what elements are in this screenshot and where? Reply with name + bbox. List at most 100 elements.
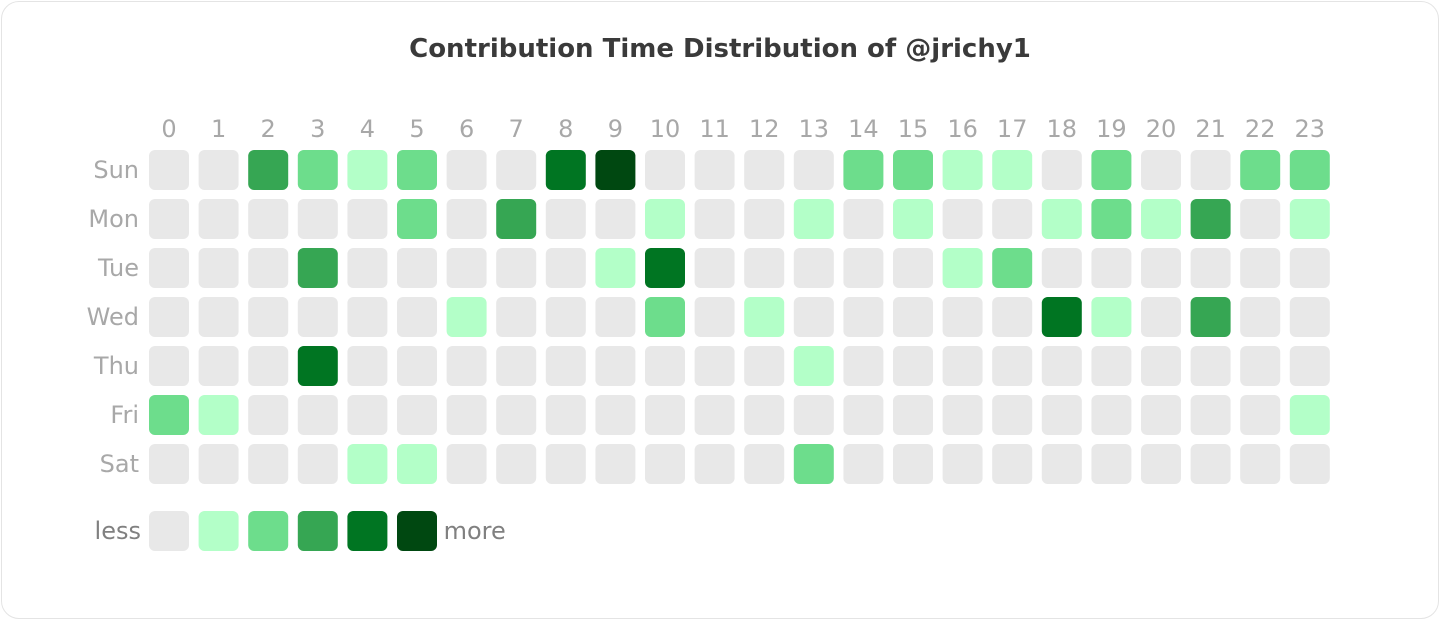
heatmap-cell xyxy=(595,150,636,190)
heatmap-cell xyxy=(1190,444,1231,484)
heatmap-cell xyxy=(1289,297,1330,337)
legend-swatch xyxy=(149,511,189,551)
heatmap-cell xyxy=(1041,150,1082,190)
heatmap-cell xyxy=(843,150,884,190)
heatmap-cell xyxy=(496,150,537,190)
heatmap-cell xyxy=(1091,346,1132,386)
heatmap-cell xyxy=(1289,444,1330,484)
heatmap-cell xyxy=(1190,248,1231,288)
legend-swatch xyxy=(297,511,338,551)
legend-swatch xyxy=(347,511,388,551)
y-tick-label: Thu xyxy=(93,352,139,380)
x-tick-label: 1 xyxy=(211,115,226,143)
heatmap-cell xyxy=(1289,248,1330,288)
legend-less-label: less xyxy=(95,517,141,545)
heatmap-cell xyxy=(744,248,785,288)
heatmap-cell xyxy=(744,444,785,484)
heatmap-cell xyxy=(496,199,537,239)
heatmap-cell xyxy=(992,346,1033,386)
y-tick-label: Wed xyxy=(87,303,139,331)
y-tick-label: Tue xyxy=(97,254,139,282)
heatmap-cell xyxy=(595,346,636,386)
heatmap-cell xyxy=(843,199,884,239)
heatmap-cell xyxy=(942,346,983,386)
y-tick-label: Fri xyxy=(110,401,139,429)
heatmap-cell xyxy=(942,248,983,288)
x-tick-label: 11 xyxy=(699,115,730,143)
heatmap-cell xyxy=(893,346,933,386)
heatmap-cell xyxy=(347,297,388,337)
heatmap-cell xyxy=(694,150,735,190)
heatmap-cell xyxy=(397,346,437,386)
heatmap-cell xyxy=(446,248,487,288)
heatmap-cell xyxy=(198,150,239,190)
heatmap-cell xyxy=(198,395,239,435)
heatmap-cell xyxy=(248,248,289,288)
heatmap-cell xyxy=(1091,150,1132,190)
heatmap-cell xyxy=(347,248,388,288)
heatmap-cell xyxy=(545,346,586,386)
heatmap-cell xyxy=(297,297,338,337)
x-tick-label: 15 xyxy=(898,115,929,143)
x-tick-label: 21 xyxy=(1195,115,1226,143)
heatmap-cell xyxy=(446,444,487,484)
heatmap-cell xyxy=(645,297,685,337)
heatmap-cell xyxy=(992,297,1033,337)
x-tick-label: 9 xyxy=(608,115,623,143)
heatmap-cell xyxy=(893,444,933,484)
heatmap-cell xyxy=(645,199,685,239)
heatmap-cell xyxy=(893,199,933,239)
heatmap-cell xyxy=(1091,297,1132,337)
heatmap-cell xyxy=(297,248,338,288)
heatmap-cell xyxy=(793,395,834,435)
heatmap-cell xyxy=(446,150,487,190)
heatmap-cell xyxy=(942,444,983,484)
heatmap-cell xyxy=(545,297,586,337)
heatmap-cell xyxy=(893,248,933,288)
y-tick-label: Mon xyxy=(88,205,139,233)
heatmap-cell xyxy=(248,297,289,337)
x-tick-label: 8 xyxy=(558,115,573,143)
heatmap-cell xyxy=(198,444,239,484)
heatmap-cell xyxy=(149,346,189,386)
heatmap-cell xyxy=(1240,199,1281,239)
heatmap-cell xyxy=(942,150,983,190)
heatmap-cell xyxy=(744,150,785,190)
heatmap-cell xyxy=(645,248,685,288)
heatmap-cell xyxy=(1041,444,1082,484)
heatmap-cell xyxy=(496,395,537,435)
heatmap-cell xyxy=(496,444,537,484)
x-tick-label: 12 xyxy=(749,115,780,143)
legend-more-label: more xyxy=(444,517,506,545)
heatmap-cell xyxy=(248,346,289,386)
x-tick-label: 22 xyxy=(1245,115,1276,143)
heatmap-cell xyxy=(694,395,735,435)
heatmap-cell xyxy=(793,150,834,190)
heatmap-cell xyxy=(545,248,586,288)
heatmap-cell xyxy=(992,444,1033,484)
heatmap-cell xyxy=(992,199,1033,239)
heatmap-cell xyxy=(1141,150,1181,190)
heatmap-cell xyxy=(1091,395,1132,435)
heatmap-cell xyxy=(1041,297,1082,337)
heatmap-cell xyxy=(1141,444,1181,484)
heatmap-cell xyxy=(595,248,636,288)
heatmap-cell xyxy=(1289,346,1330,386)
heatmap-cell xyxy=(1141,346,1181,386)
heatmap-cell xyxy=(793,199,834,239)
heatmap-cell xyxy=(1091,199,1132,239)
heatmap-cell xyxy=(1289,199,1330,239)
heatmap-cell xyxy=(1240,346,1281,386)
heatmap-cell xyxy=(1190,395,1231,435)
heatmap-cell xyxy=(1141,199,1181,239)
heatmap-cell xyxy=(744,395,785,435)
heatmap-cell xyxy=(446,199,487,239)
heatmap-cell xyxy=(595,395,636,435)
heatmap-cell xyxy=(1091,248,1132,288)
heatmap-cell xyxy=(893,150,933,190)
heatmap-cell xyxy=(397,199,437,239)
heatmap-cell xyxy=(843,297,884,337)
heatmap-cell xyxy=(1240,395,1281,435)
x-tick-label: 7 xyxy=(509,115,524,143)
heatmap-cell xyxy=(149,395,189,435)
